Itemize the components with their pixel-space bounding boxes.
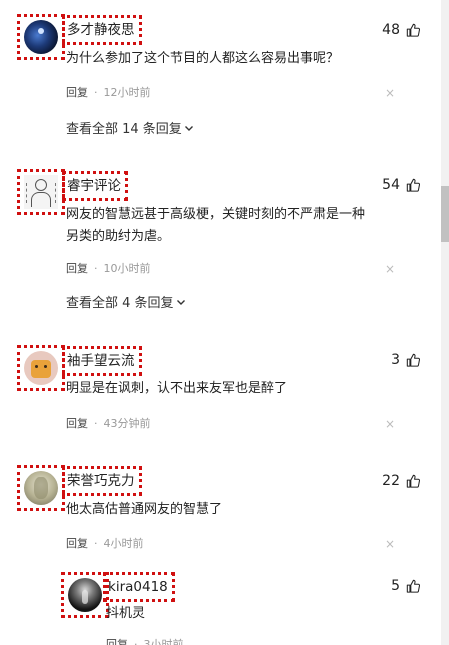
separator: ·	[94, 85, 98, 99]
timestamp: 12小时前	[103, 86, 151, 99]
reply-button[interactable]: 回复	[66, 260, 88, 276]
expand-replies-button[interactable]: 查看全部 14 条回复	[66, 118, 194, 137]
close-icon[interactable]: ×	[385, 537, 395, 551]
username[interactable]: 睿宇评论	[62, 171, 128, 201]
like-button[interactable]: 54	[382, 177, 420, 193]
like-button[interactable]: 5	[391, 578, 420, 594]
avatar-frame[interactable]	[17, 14, 65, 60]
chevron-down-icon	[184, 125, 193, 131]
thumbs-up-icon	[406, 23, 420, 37]
comment-text: 他太高估普通网友的智慧了	[66, 502, 223, 517]
like-button[interactable]: 48	[382, 22, 420, 38]
thumbs-up-icon	[406, 353, 420, 367]
thumbs-up-icon	[406, 579, 420, 593]
avatar-frame[interactable]	[61, 572, 109, 618]
avatar-frame[interactable]	[17, 169, 65, 215]
like-button[interactable]: 3	[391, 352, 420, 368]
chevron-down-icon	[176, 299, 185, 305]
username[interactable]: 多才静夜思	[62, 15, 142, 45]
timestamp: 43分钟前	[103, 417, 151, 430]
comment-text-line-1: 网友的智慧远甚于高级梗，关键时刻的不严肃是一种	[66, 207, 366, 222]
reply-button[interactable]: 回复	[66, 535, 88, 551]
separator: ·	[94, 261, 98, 275]
avatar	[68, 578, 102, 612]
comment: 荣誉巧克力 22 他太高估普通网友的智慧了 回复 · 4小时前 ×	[0, 455, 420, 565]
separator: ·	[94, 536, 98, 550]
thumbs-up-icon	[406, 178, 420, 192]
comment-text: 抖机灵	[106, 606, 146, 621]
avatar-frame[interactable]	[17, 465, 65, 511]
scrollbar-thumb[interactable]	[441, 186, 449, 242]
like-count: 22	[382, 473, 400, 489]
avatar	[24, 175, 58, 209]
avatar-frame[interactable]	[17, 345, 65, 391]
username[interactable]: 袖手望云流	[62, 346, 142, 376]
comment-meta: 回复 · 12小时前	[66, 84, 151, 100]
comment-text: 为什么参加了这个节目的人都这么容易出事呢？	[66, 51, 340, 66]
comment-meta: 回复 · 3小时前	[106, 636, 184, 645]
username[interactable]: kira0418	[103, 572, 175, 602]
reply-button[interactable]: 回复	[106, 636, 128, 645]
reply-button[interactable]: 回复	[66, 84, 88, 100]
separator: ·	[134, 637, 138, 645]
scrollbar[interactable]	[441, 0, 449, 645]
like-count: 5	[391, 578, 400, 594]
like-count: 3	[391, 352, 400, 368]
like-button[interactable]: 22	[382, 473, 420, 489]
like-count: 54	[382, 177, 400, 193]
timestamp: 3小时前	[143, 638, 184, 645]
reply-comment: kira0418 5 抖机灵 回复 · 3小时前	[0, 565, 420, 645]
comment-meta: 回复 · 10小时前	[66, 260, 151, 276]
avatar	[24, 471, 58, 505]
comment-text: 明显是在讽刺，认不出来友军也是醉了	[66, 381, 288, 396]
separator: ·	[94, 416, 98, 430]
username[interactable]: 荣誉巧克力	[62, 466, 142, 496]
comment: 袖手望云流 3 明显是在讽刺，认不出来友军也是醉了 回复 · 43分钟前 ×	[0, 335, 420, 445]
like-count: 48	[382, 22, 400, 38]
expand-replies-label: 查看全部 4 条回复	[66, 296, 174, 311]
avatar	[24, 20, 58, 54]
comment: 多才静夜思 48 为什么参加了这个节目的人都这么容易出事呢？ 回复 · 12小时…	[0, 0, 420, 150]
reply-button[interactable]: 回复	[66, 415, 88, 431]
expand-replies-button[interactable]: 查看全部 4 条回复	[66, 292, 186, 311]
comment-text-line-2: 另类的助纣为虐。	[66, 229, 171, 244]
timestamp: 4小时前	[103, 537, 144, 550]
comment-meta: 回复 · 4小时前	[66, 535, 144, 551]
close-icon[interactable]: ×	[385, 86, 395, 100]
avatar	[24, 351, 58, 385]
timestamp: 10小时前	[103, 262, 151, 275]
comment: 睿宇评论 54 网友的智慧远甚于高级梗，关键时刻的不严肃是一种 另类的助纣为虐。…	[0, 164, 420, 314]
close-icon[interactable]: ×	[385, 417, 395, 431]
close-icon[interactable]: ×	[385, 262, 395, 276]
comment-meta: 回复 · 43分钟前	[66, 415, 151, 431]
expand-replies-label: 查看全部 14 条回复	[66, 122, 182, 137]
thumbs-up-icon	[406, 474, 420, 488]
